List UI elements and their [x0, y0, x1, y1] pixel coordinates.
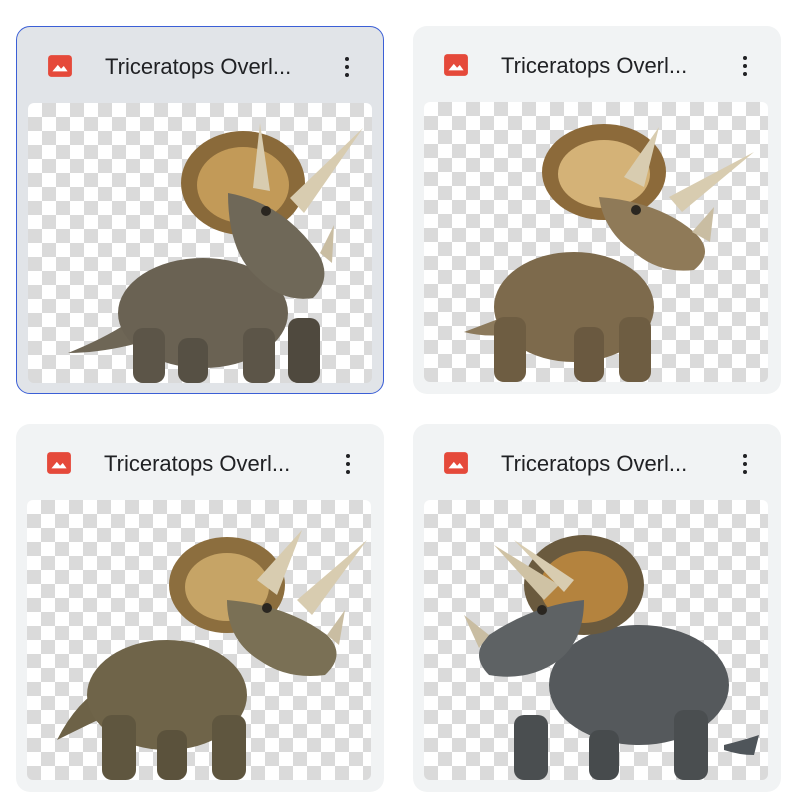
- triceratops-image: [464, 124, 754, 382]
- image-file-icon: [444, 452, 468, 474]
- triceratops-image: [57, 530, 367, 780]
- more-vert-icon[interactable]: [336, 448, 360, 480]
- file-title: Triceratops Overl...: [501, 53, 688, 78]
- image-file-icon: [444, 54, 468, 76]
- file-card-4[interactable]: Triceratops Overl...: [413, 424, 781, 792]
- file-card-header: Triceratops Overl...: [17, 27, 383, 103]
- triceratops-image: [464, 535, 759, 780]
- file-title: Triceratops Overl...: [105, 54, 292, 79]
- more-vert-icon[interactable]: [733, 50, 757, 82]
- file-thumbnail[interactable]: [27, 500, 371, 780]
- image-file-icon: [47, 452, 71, 474]
- file-title: Triceratops Overl...: [501, 451, 688, 476]
- file-thumbnail[interactable]: [28, 103, 372, 383]
- more-vert-icon[interactable]: [335, 51, 359, 83]
- file-card-header: Triceratops Overl...: [413, 424, 781, 500]
- image-file-icon: [48, 55, 72, 77]
- file-title: Triceratops Overl...: [104, 451, 291, 476]
- file-card-header: Triceratops Overl...: [16, 424, 384, 500]
- file-card-1[interactable]: Triceratops Overl...: [16, 26, 384, 394]
- file-thumbnail[interactable]: [424, 500, 768, 780]
- triceratops-image: [68, 123, 363, 383]
- more-vert-icon[interactable]: [733, 448, 757, 480]
- file-card-3[interactable]: Triceratops Overl...: [16, 424, 384, 792]
- file-thumbnail[interactable]: [424, 102, 768, 382]
- file-card-header: Triceratops Overl...: [413, 26, 781, 102]
- file-card-2[interactable]: Triceratops Overl...: [413, 26, 781, 394]
